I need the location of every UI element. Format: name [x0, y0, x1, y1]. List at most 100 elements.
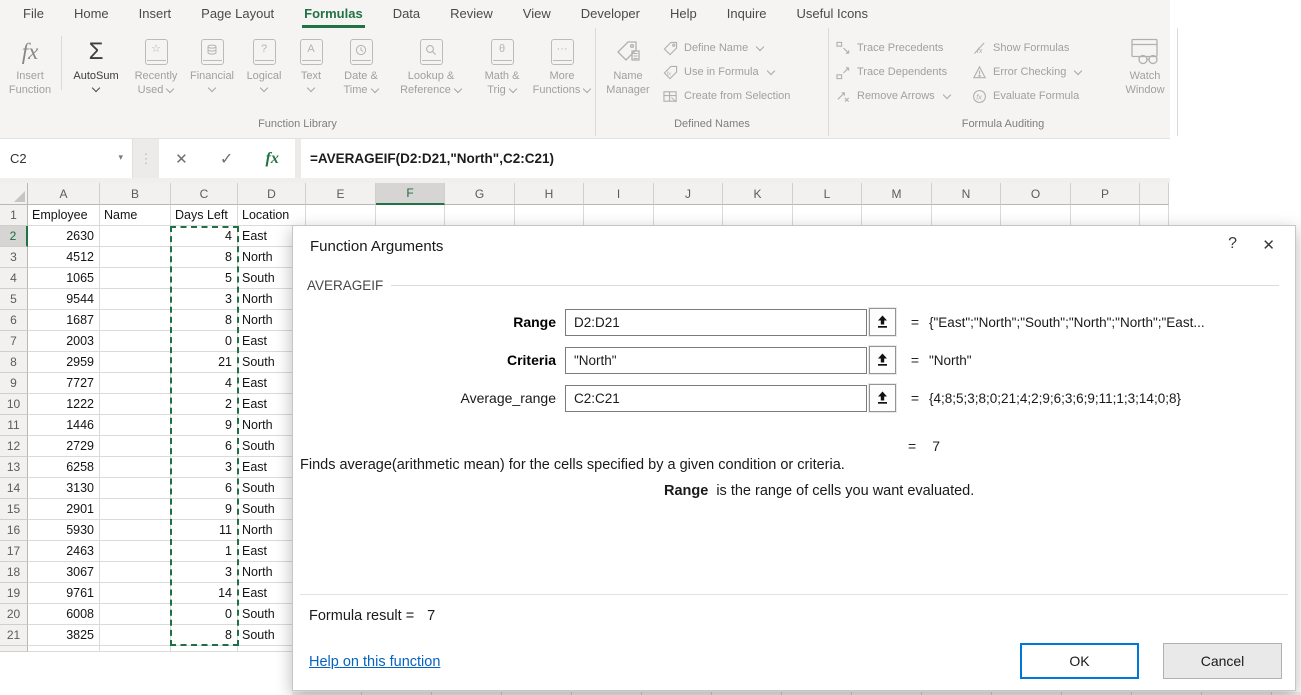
recently-used-button[interactable]: ☆ Recently Used: [127, 34, 185, 98]
cell-A14[interactable]: 3130: [28, 478, 100, 499]
define-name-button[interactable]: Define Name: [662, 39, 822, 57]
row-header-15[interactable]: 15: [0, 499, 28, 520]
cell-M1[interactable]: [862, 205, 932, 226]
column-header-A[interactable]: A: [28, 183, 100, 205]
cell-P1[interactable]: [1071, 205, 1140, 226]
cell-A2[interactable]: 2630: [28, 226, 100, 247]
cell-B10[interactable]: [100, 394, 171, 415]
cell-C19[interactable]: 14: [171, 583, 238, 604]
cell-B1[interactable]: Name: [100, 205, 171, 226]
cell-B18[interactable]: [100, 562, 171, 583]
cell-B4[interactable]: [100, 268, 171, 289]
evaluate-formula-button[interactable]: fx Evaluate Formula: [971, 87, 1111, 105]
cell-H1[interactable]: [515, 205, 584, 226]
cell-B13[interactable]: [100, 457, 171, 478]
tab-file[interactable]: File: [8, 0, 59, 28]
cell-A16[interactable]: 5930: [28, 520, 100, 541]
ok-button[interactable]: OK: [1020, 643, 1139, 679]
column-header-K[interactable]: K: [723, 183, 793, 205]
insert-function-button[interactable]: fx Insert Function: [2, 34, 58, 98]
cell-A7[interactable]: 2003: [28, 331, 100, 352]
financial-button[interactable]: Financial: [185, 34, 239, 93]
cell-B8[interactable]: [100, 352, 171, 373]
watch-window-button[interactable]: Watch Window: [1115, 34, 1175, 98]
row-header-21[interactable]: 21: [0, 625, 28, 646]
row-header-10[interactable]: 10: [0, 394, 28, 415]
cell-B21[interactable]: [100, 625, 171, 646]
cell-C6[interactable]: 8: [171, 310, 238, 331]
cell-B14[interactable]: [100, 478, 171, 499]
range-input[interactable]: D2:D21: [565, 309, 867, 336]
row-header-20[interactable]: 20: [0, 604, 28, 625]
cell-C13[interactable]: 3: [171, 457, 238, 478]
cell-A22[interactable]: [28, 646, 100, 652]
cell-B19[interactable]: [100, 583, 171, 604]
use-in-formula-button[interactable]: fx Use in Formula: [662, 63, 822, 81]
tab-developer[interactable]: Developer: [566, 0, 655, 28]
row-header-9[interactable]: 9: [0, 373, 28, 394]
row-header-19[interactable]: 19: [0, 583, 28, 604]
cell-B11[interactable]: [100, 415, 171, 436]
cell-C11[interactable]: 9: [171, 415, 238, 436]
cell-C21[interactable]: 8: [171, 625, 238, 646]
trace-precedents-button[interactable]: Trace Precedents: [835, 39, 963, 57]
column-header-I[interactable]: I: [584, 183, 654, 205]
text-button[interactable]: A Text: [289, 34, 333, 93]
cell-B15[interactable]: [100, 499, 171, 520]
criteria-picker-button[interactable]: [869, 346, 896, 374]
row-header-18[interactable]: 18: [0, 562, 28, 583]
cell-A6[interactable]: 1687: [28, 310, 100, 331]
logical-button[interactable]: ? Logical: [239, 34, 289, 93]
tab-view[interactable]: View: [508, 0, 566, 28]
name-box[interactable]: C2 ▾: [0, 139, 133, 178]
cell-C15[interactable]: 9: [171, 499, 238, 520]
cell-C1[interactable]: Days Left: [171, 205, 238, 226]
cell-G1[interactable]: [445, 205, 515, 226]
cell-E1[interactable]: [306, 205, 376, 226]
column-header-G[interactable]: G: [445, 183, 515, 205]
cell-A13[interactable]: 6258: [28, 457, 100, 478]
select-all-corner[interactable]: [0, 183, 28, 205]
column-header-B[interactable]: B: [100, 183, 171, 205]
column-header-J[interactable]: J: [654, 183, 723, 205]
row-header-6[interactable]: 6: [0, 310, 28, 331]
column-header-H[interactable]: H: [515, 183, 584, 205]
column-header-P[interactable]: P: [1071, 183, 1140, 205]
cell-B7[interactable]: [100, 331, 171, 352]
cell-C10[interactable]: 2: [171, 394, 238, 415]
cell-B20[interactable]: [100, 604, 171, 625]
row-header-3[interactable]: 3: [0, 247, 28, 268]
column-header-M[interactable]: M: [862, 183, 932, 205]
cell-C4[interactable]: 5: [171, 268, 238, 289]
tab-formulas[interactable]: Formulas: [289, 0, 378, 28]
row-header-16[interactable]: 16: [0, 520, 28, 541]
column-header-F[interactable]: F: [376, 183, 445, 205]
tab-inquire[interactable]: Inquire: [712, 0, 782, 28]
cell-B5[interactable]: [100, 289, 171, 310]
cell-C18[interactable]: 3: [171, 562, 238, 583]
cell-A5[interactable]: 9544: [28, 289, 100, 310]
cell-N1[interactable]: [932, 205, 1001, 226]
row-header-17[interactable]: 17: [0, 541, 28, 562]
tab-useful-icons[interactable]: Useful Icons: [782, 0, 884, 28]
date-time-button[interactable]: Date & Time: [333, 34, 389, 98]
cell-C17[interactable]: 1: [171, 541, 238, 562]
cell-A15[interactable]: 2901: [28, 499, 100, 520]
cell-C20[interactable]: 0: [171, 604, 238, 625]
formula-input[interactable]: =AVERAGEIF(D2:D21,"North",C2:C21): [301, 139, 1170, 178]
cell-C12[interactable]: 6: [171, 436, 238, 457]
cell-C2[interactable]: 4: [171, 226, 238, 247]
cell-L1[interactable]: [793, 205, 862, 226]
cell-F1[interactable]: [376, 205, 445, 226]
column-header-L[interactable]: L: [793, 183, 862, 205]
cell-A4[interactable]: 1065: [28, 268, 100, 289]
cancel-entry-icon[interactable]: ✕: [175, 150, 188, 168]
column-header-N[interactable]: N: [932, 183, 1001, 205]
cell-C9[interactable]: 4: [171, 373, 238, 394]
cell-C22[interactable]: [171, 646, 238, 652]
help-on-function-link[interactable]: Help on this function: [309, 654, 440, 670]
range-picker-button[interactable]: [869, 308, 896, 336]
cell-A8[interactable]: 2959: [28, 352, 100, 373]
enter-entry-icon[interactable]: ✓: [220, 149, 233, 169]
average-range-input[interactable]: C2:C21: [565, 385, 867, 412]
